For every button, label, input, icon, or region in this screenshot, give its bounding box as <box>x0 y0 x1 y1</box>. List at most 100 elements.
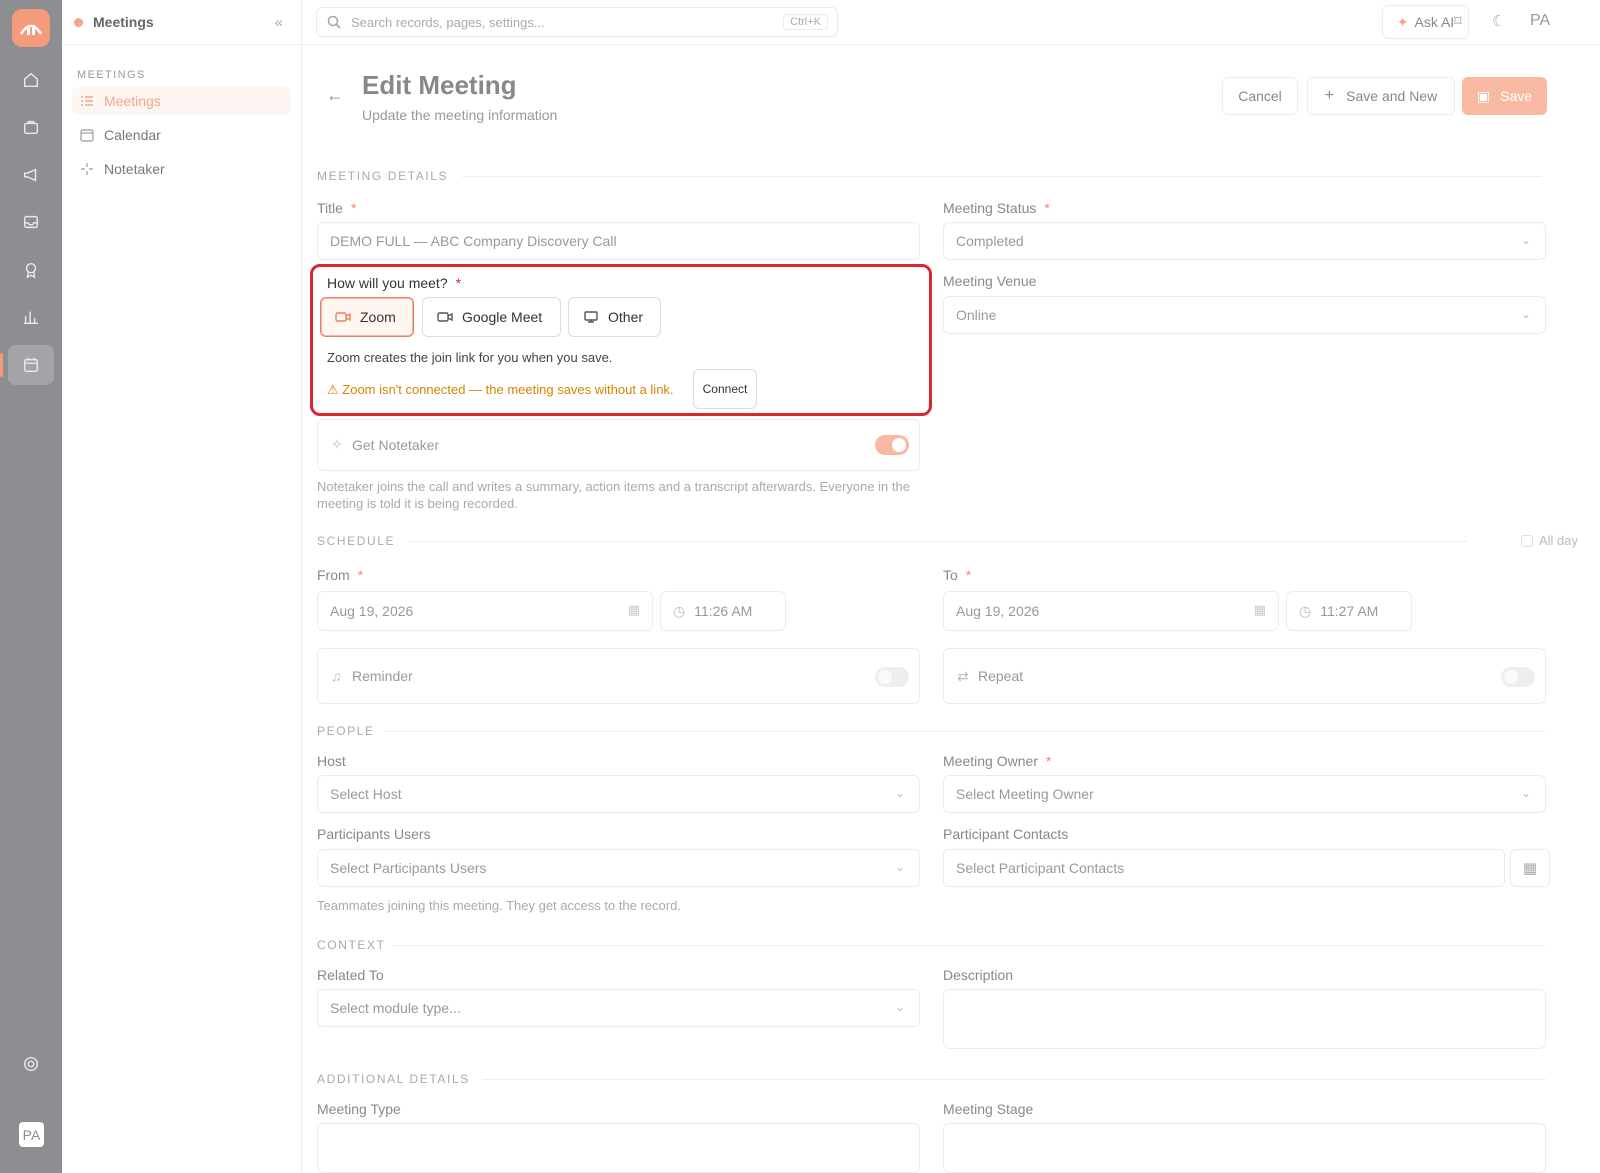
subnav-title: Meetings <box>93 14 154 30</box>
reminder-toggle[interactable] <box>875 667 909 687</box>
award-icon[interactable] <box>8 250 54 290</box>
subnav-item-label: Meetings <box>104 93 161 109</box>
other-option-button[interactable]: Other <box>568 297 661 337</box>
related-to-select[interactable]: Select module type... ⌄ <box>317 989 920 1027</box>
section-people: PEOPLE <box>317 724 375 738</box>
moon-icon[interactable]: ☾ <box>1492 12 1505 30</box>
sparkle-icon: ✧ <box>331 436 343 452</box>
to-time-input[interactable]: ◷ 11:27 AM <box>1286 591 1412 631</box>
meeting-method-label: How will you meet? * <box>327 275 462 291</box>
app-logo-icon[interactable] <box>12 9 50 47</box>
title-input[interactable]: DEMO FULL — ABC Company Discovery Call <box>317 222 920 260</box>
reminder-toggle-card: ♫ Reminder <box>317 648 920 704</box>
calendar-icon <box>80 129 94 142</box>
notetaker-toggle-card: ✧ Get Notetaker <box>317 419 920 471</box>
related-to-placeholder: Select module type... <box>330 1000 461 1016</box>
title-value: DEMO FULL — ABC Company Discovery Call <box>330 233 617 249</box>
section-meeting-details: MEETING DETAILS <box>317 169 449 183</box>
home-icon[interactable] <box>8 60 54 100</box>
page-title: Edit Meeting <box>362 70 517 100</box>
bookmark-icon[interactable]: ⌑ <box>1454 12 1462 30</box>
to-label: To * <box>943 567 972 583</box>
back-arrow-icon[interactable]: ← <box>326 85 344 106</box>
meeting-method-help: Zoom creates the join link for you when … <box>327 350 613 365</box>
subnav-item-meetings[interactable]: Meetings <box>72 87 291 115</box>
meeting-stage-select[interactable] <box>943 1123 1546 1173</box>
save-label: Save <box>1500 88 1533 104</box>
all-day-label: All day <box>1538 533 1578 548</box>
save-button[interactable]: ▣ Save <box>1462 77 1547 115</box>
from-date-input[interactable]: Aug 19, 2026 ▦ <box>317 591 653 631</box>
user-avatar[interactable]: PA <box>1530 12 1550 30</box>
zoom-warning-text: Zoom isn't connected — the meeting saves… <box>342 382 674 397</box>
from-date-value: Aug 19, 2026 <box>330 603 414 619</box>
chevron-down-icon: ⌄ <box>894 1000 905 1014</box>
status-dot-icon <box>74 17 83 27</box>
bell-icon: ♫ <box>331 668 342 684</box>
to-label-text: To <box>943 567 958 583</box>
ask-ai-label: Ask AI <box>1414 14 1455 30</box>
other-option-label: Other <box>608 309 644 325</box>
meeting-owner-placeholder: Select Meeting Owner <box>956 786 1094 802</box>
meeting-status-select[interactable]: Completed ⌄ <box>943 222 1546 260</box>
meeting-status-label: Meeting Status * <box>943 200 1050 216</box>
video-camera-icon <box>335 312 351 322</box>
subnav-item-calendar[interactable]: Calendar <box>72 121 291 149</box>
participants-users-label: Participants Users <box>317 826 431 842</box>
repeat-icon: ⇄ <box>957 668 969 684</box>
from-time-input[interactable]: ◷ 11:26 AM <box>660 591 786 631</box>
meeting-venue-select[interactable]: Online ⌄ <box>943 296 1546 334</box>
search-input[interactable]: Search records, pages, settings... Ctrl+… <box>316 7 838 37</box>
collapse-sidebar-icon[interactable]: « <box>275 14 283 31</box>
subnav-header: Meetings « <box>62 0 301 45</box>
subnav-item-label: Notetaker <box>104 161 165 177</box>
meeting-type-select[interactable] <box>317 1123 920 1173</box>
participant-contacts-select[interactable]: Select Participant Contacts <box>943 849 1505 887</box>
description-textarea[interactable] <box>943 989 1546 1049</box>
bar-chart-icon[interactable] <box>8 297 54 337</box>
chevron-down-icon: ⌄ <box>1520 786 1531 800</box>
inbox-icon[interactable] <box>8 202 54 242</box>
checkbox-icon <box>1520 534 1533 547</box>
calendar-icon: ▦ <box>1253 602 1266 617</box>
avatar[interactable]: PA <box>19 1122 44 1147</box>
clock-icon: ◷ <box>673 602 686 619</box>
reminder-label: Reminder <box>352 668 413 684</box>
notetaker-help: Notetaker joins the call and writes a su… <box>317 479 910 511</box>
meeting-owner-select[interactable]: Select Meeting Owner ⌄ <box>943 775 1546 813</box>
connect-zoom-button[interactable]: Connect <box>693 369 757 409</box>
chevron-down-icon: ⌄ <box>894 860 905 874</box>
subnav-item-notetaker[interactable]: Notetaker <box>72 155 291 183</box>
google-meet-option-button[interactable]: Google Meet <box>422 297 561 337</box>
settings-icon[interactable] <box>8 1044 54 1084</box>
save-and-new-button[interactable]: + Save and New <box>1307 77 1455 115</box>
zoom-option-button[interactable]: Zoom <box>320 297 414 337</box>
section-context: CONTEXT <box>317 938 386 952</box>
meeting-owner-label: Meeting Owner * <box>943 753 1052 769</box>
all-day-checkbox[interactable]: All day <box>1520 533 1578 548</box>
subnav-item-label: Calendar <box>104 127 161 143</box>
monitor-icon <box>584 311 598 323</box>
meeting-type-label: Meeting Type <box>317 1101 401 1117</box>
meeting-venue-value: Online <box>956 307 997 323</box>
to-date-input[interactable]: Aug 19, 2026 ▦ <box>943 591 1279 631</box>
calendar-icon: ▦ <box>627 602 640 617</box>
participant-contacts-placeholder: Select Participant Contacts <box>956 860 1125 876</box>
chevron-down-icon: ⌄ <box>1520 233 1531 247</box>
repeat-toggle[interactable] <box>1501 667 1535 687</box>
related-to-label: Related To <box>317 967 384 983</box>
cancel-button[interactable]: Cancel <box>1222 77 1298 115</box>
host-select[interactable]: Select Host ⌄ <box>317 775 920 813</box>
megaphone-icon[interactable] <box>8 155 54 195</box>
participants-users-select[interactable]: Select Participants Users ⌄ <box>317 849 920 887</box>
section-divider <box>482 1079 1546 1080</box>
meeting-stage-label: Meeting Stage <box>943 1101 1034 1117</box>
sparkle-icon: ✦ <box>1396 13 1409 30</box>
briefcase-icon[interactable] <box>8 107 54 147</box>
host-placeholder: Select Host <box>330 786 402 802</box>
host-label: Host <box>317 753 346 769</box>
page-subtitle: Update the meeting information <box>362 107 558 123</box>
notetaker-toggle[interactable] <box>875 435 909 455</box>
calendar-icon[interactable] <box>0 345 54 385</box>
grid-picker-icon[interactable]: ▦ <box>1510 849 1550 887</box>
